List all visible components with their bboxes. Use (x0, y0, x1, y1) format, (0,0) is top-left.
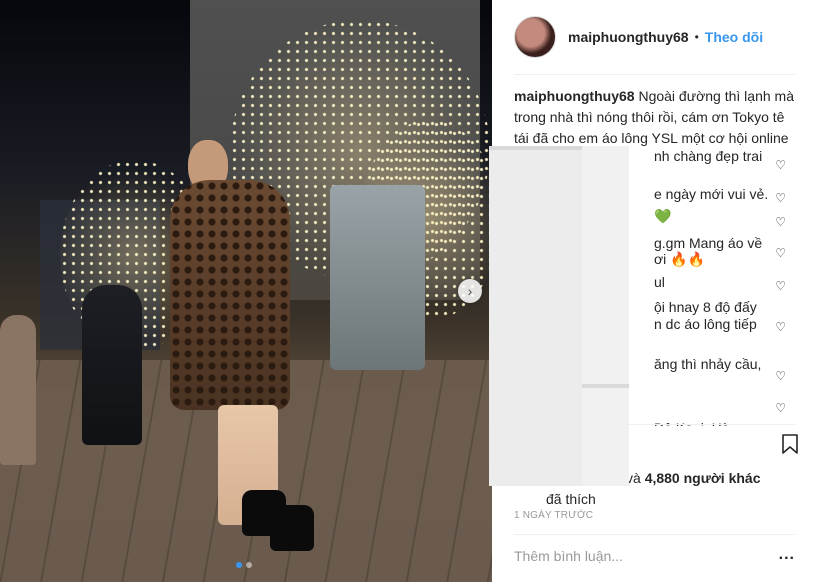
heart-outline-icon[interactable]: ♡ (775, 398, 786, 419)
bookmark-icon[interactable] (782, 434, 798, 454)
caption: maiphuongthuy68 Ngoài đường thì lạnh mà … (514, 86, 804, 149)
heart-outline-icon[interactable]: ♡ (775, 317, 786, 338)
carousel-indicator (236, 562, 252, 568)
follow-button[interactable]: Theo dõi (705, 29, 763, 45)
redact-cell (489, 146, 582, 150)
add-comment-input[interactable]: Thêm bình luận... (514, 548, 623, 564)
header-divider (514, 74, 795, 75)
caption-username[interactable]: maiphuongthuy68 (514, 88, 635, 104)
photo-kiosk (330, 185, 425, 370)
heart-outline-icon[interactable]: ♡ (775, 212, 786, 233)
comment-text: n dc áo lông tiếp (654, 316, 757, 332)
photo-pedestrian (0, 315, 36, 465)
heart-outline-icon[interactable]: ♡ (775, 276, 786, 297)
username-link[interactable]: maiphuongthuy68 (568, 29, 689, 45)
carousel-dot (246, 562, 252, 568)
heart-outline-icon[interactable]: ♡ (775, 155, 786, 176)
more-options-button[interactable]: ... (779, 546, 795, 564)
comment-text: nh chàng đẹp trai (654, 148, 763, 164)
caption-text: tái đã cho em áo lông YSL một cơ hội onl… (514, 130, 789, 146)
comment-text: ul (654, 274, 665, 290)
caption-text: trong nhà thì nóng thôi rồi, cám ơn Toky… (514, 109, 785, 125)
heart-outline-icon[interactable]: ♡ (775, 366, 786, 387)
post-photo[interactable]: › (0, 0, 492, 582)
comment-text: ơi 🔥🔥 (654, 251, 706, 267)
post-header: maiphuongthuy68 • Theo dõi (514, 14, 763, 60)
separator-dot: • (694, 30, 699, 44)
comment-box-divider (514, 534, 795, 535)
next-photo-button[interactable]: › (458, 279, 482, 303)
comment-text: ăng thì nhảy cầu, (654, 356, 762, 372)
comment-text: e ngày mới vui vẻ. (654, 186, 769, 202)
redact-cell (582, 384, 629, 388)
post-timestamp[interactable]: 1 NGÀY TRƯỚC (514, 510, 593, 521)
comment-text: 💚 (654, 208, 672, 224)
photo-pedestrian (82, 285, 142, 445)
redacted-region (489, 146, 629, 486)
carousel-dot (236, 562, 242, 568)
photo-woman-coat (170, 180, 290, 410)
avatar[interactable] (514, 16, 556, 58)
chevron-right-icon: › (467, 283, 473, 299)
caption-text: Ngoài đường thì lạnh mà (638, 88, 794, 104)
likes-count-link[interactable]: 4,880 người khác (645, 470, 761, 486)
likes-suffix: đã thích (546, 491, 596, 507)
heart-outline-icon[interactable]: ♡ (775, 188, 786, 209)
heart-outline-icon[interactable]: ♡ (775, 243, 786, 264)
photo-boot (270, 505, 314, 551)
